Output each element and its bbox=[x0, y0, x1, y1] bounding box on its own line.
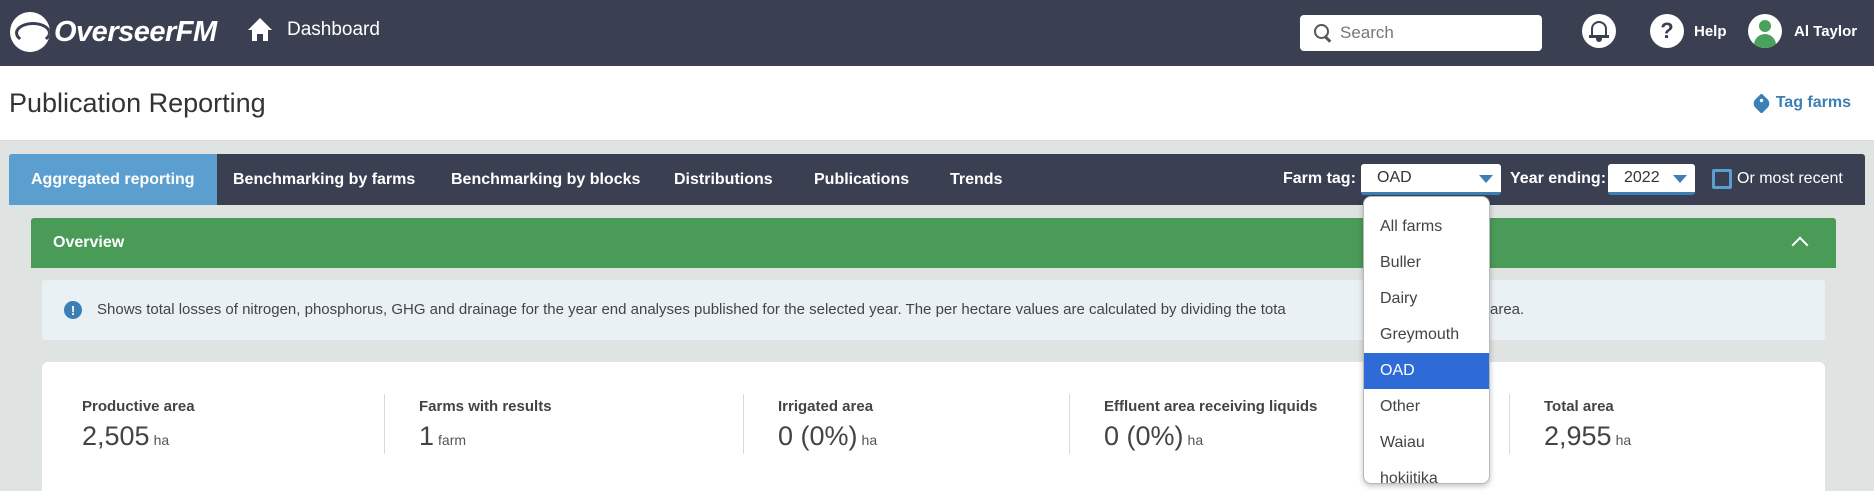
chevron-down-icon bbox=[1479, 175, 1493, 183]
overview-header[interactable]: Overview bbox=[31, 218, 1836, 268]
stat-irrigated-area: Irrigated area 0 (0%) ha bbox=[778, 398, 877, 452]
help-button[interactable]: ? Help bbox=[1650, 14, 1727, 48]
stat-effluent-area: Effluent area receiving liquids 0 (0%) ha bbox=[1104, 398, 1317, 452]
dropdown-option-dairy[interactable]: Dairy bbox=[1364, 281, 1489, 317]
stat-value: 0 (0%) bbox=[778, 421, 858, 451]
info-text-tail: area. bbox=[1490, 301, 1525, 318]
stat-total-area: Total area 2,955 ha bbox=[1544, 398, 1631, 452]
tab-distributions[interactable]: Distributions bbox=[674, 154, 773, 205]
search-icon bbox=[1314, 24, 1332, 42]
stat-label: Productive area bbox=[82, 398, 195, 415]
year-ending-label: Year ending: bbox=[1510, 170, 1607, 187]
stat-unit: ha bbox=[861, 432, 878, 448]
tag-farms-label: Tag farms bbox=[1775, 94, 1851, 111]
stat-unit: ha bbox=[1615, 432, 1632, 448]
help-label: Help bbox=[1694, 22, 1727, 40]
notifications-button[interactable] bbox=[1582, 14, 1616, 48]
top-navbar: OverseerFM Dashboard ? Help Al Taylor bbox=[0, 0, 1874, 66]
divider bbox=[743, 394, 744, 454]
overview-title: Overview bbox=[53, 234, 125, 251]
divider bbox=[384, 394, 385, 454]
tab-benchmarking-by-blocks[interactable]: Benchmarking by blocks bbox=[451, 154, 640, 205]
search-box[interactable] bbox=[1300, 15, 1542, 51]
info-alert: ! Shows total losses of nitrogen, phosph… bbox=[42, 280, 1825, 340]
stat-value: 0 (0%) bbox=[1104, 421, 1184, 451]
avatar bbox=[1748, 14, 1782, 48]
dashboard-link[interactable]: Dashboard bbox=[247, 18, 380, 42]
search-input[interactable] bbox=[1340, 23, 1530, 43]
dropdown-option-oad[interactable]: OAD bbox=[1364, 353, 1489, 389]
tag-farms-link[interactable]: Tag farms bbox=[1751, 92, 1851, 114]
stat-unit: ha bbox=[153, 432, 170, 448]
stat-label: Irrigated area bbox=[778, 398, 874, 415]
chevron-down-icon bbox=[1673, 175, 1687, 183]
info-icon: ! bbox=[64, 301, 82, 319]
stat-label: Effluent area receiving liquids bbox=[1104, 398, 1318, 415]
dropdown-option-buller[interactable]: Buller bbox=[1364, 245, 1489, 281]
divider bbox=[1069, 394, 1070, 454]
stat-farms-with-results: Farms with results 1 farm bbox=[419, 398, 552, 452]
stat-unit: ha bbox=[1187, 432, 1204, 448]
farm-tag-select[interactable]: OAD bbox=[1361, 164, 1501, 195]
user-menu[interactable]: Al Taylor bbox=[1748, 14, 1857, 48]
info-text: Shows total losses of nitrogen, phosphor… bbox=[97, 301, 1286, 318]
farm-tag-label: Farm tag: bbox=[1283, 170, 1356, 187]
dashboard-label: Dashboard bbox=[287, 19, 380, 40]
stat-value: 2,505 bbox=[82, 421, 150, 451]
bell-icon bbox=[1591, 21, 1607, 36]
most-recent-checkbox[interactable] bbox=[1712, 169, 1732, 189]
stat-value: 2,955 bbox=[1544, 421, 1612, 451]
stat-unit: farm bbox=[438, 432, 467, 448]
question-icon: ? bbox=[1650, 14, 1684, 48]
home-icon bbox=[247, 18, 273, 42]
most-recent-label[interactable]: Or most recent bbox=[1737, 170, 1843, 188]
divider bbox=[1509, 394, 1510, 454]
tab-benchmarking-by-farms[interactable]: Benchmarking by farms bbox=[233, 154, 415, 205]
page-header: Publication Reporting Tag farms bbox=[0, 66, 1874, 141]
page-title: Publication Reporting bbox=[9, 88, 266, 118]
stat-value: 1 bbox=[419, 421, 435, 451]
tab-publications[interactable]: Publications bbox=[814, 154, 909, 205]
user-name: Al Taylor bbox=[1794, 22, 1858, 40]
app-name: OverseerFM bbox=[54, 15, 217, 48]
dropdown-option-all-farms[interactable]: All farms bbox=[1364, 209, 1489, 245]
stat-productive-area: Productive area 2,505 ha bbox=[82, 398, 195, 452]
dropdown-option-waiau[interactable]: Waiau bbox=[1364, 425, 1489, 461]
farm-tag-dropdown-list: All farms Buller Dairy Greymouth OAD Oth… bbox=[1363, 196, 1490, 484]
tab-aggregated-reporting[interactable]: Aggregated reporting bbox=[9, 154, 217, 213]
farm-tag-value: OAD bbox=[1377, 169, 1412, 186]
tab-trends[interactable]: Trends bbox=[950, 154, 1002, 205]
year-ending-value: 2022 bbox=[1624, 169, 1660, 186]
dropdown-option-hokiitika[interactable]: hokiitika bbox=[1364, 461, 1489, 483]
year-ending-select[interactable]: 2022 bbox=[1608, 164, 1695, 195]
dropdown-option-other[interactable]: Other bbox=[1364, 389, 1489, 425]
dropdown-option-greymouth[interactable]: Greymouth bbox=[1364, 317, 1489, 353]
app-logo[interactable]: OverseerFM bbox=[10, 10, 217, 54]
logo-icon bbox=[10, 12, 50, 52]
stat-label: Farms with results bbox=[419, 398, 552, 415]
chevron-up-icon[interactable] bbox=[1791, 236, 1809, 254]
stat-label: Total area bbox=[1544, 398, 1614, 415]
summary-stats-card: Productive area 2,505 ha Farms with resul… bbox=[42, 362, 1825, 491]
report-tabs: Aggregated reporting Benchmarking by far… bbox=[9, 154, 1865, 213]
tag-icon bbox=[1751, 92, 1772, 114]
